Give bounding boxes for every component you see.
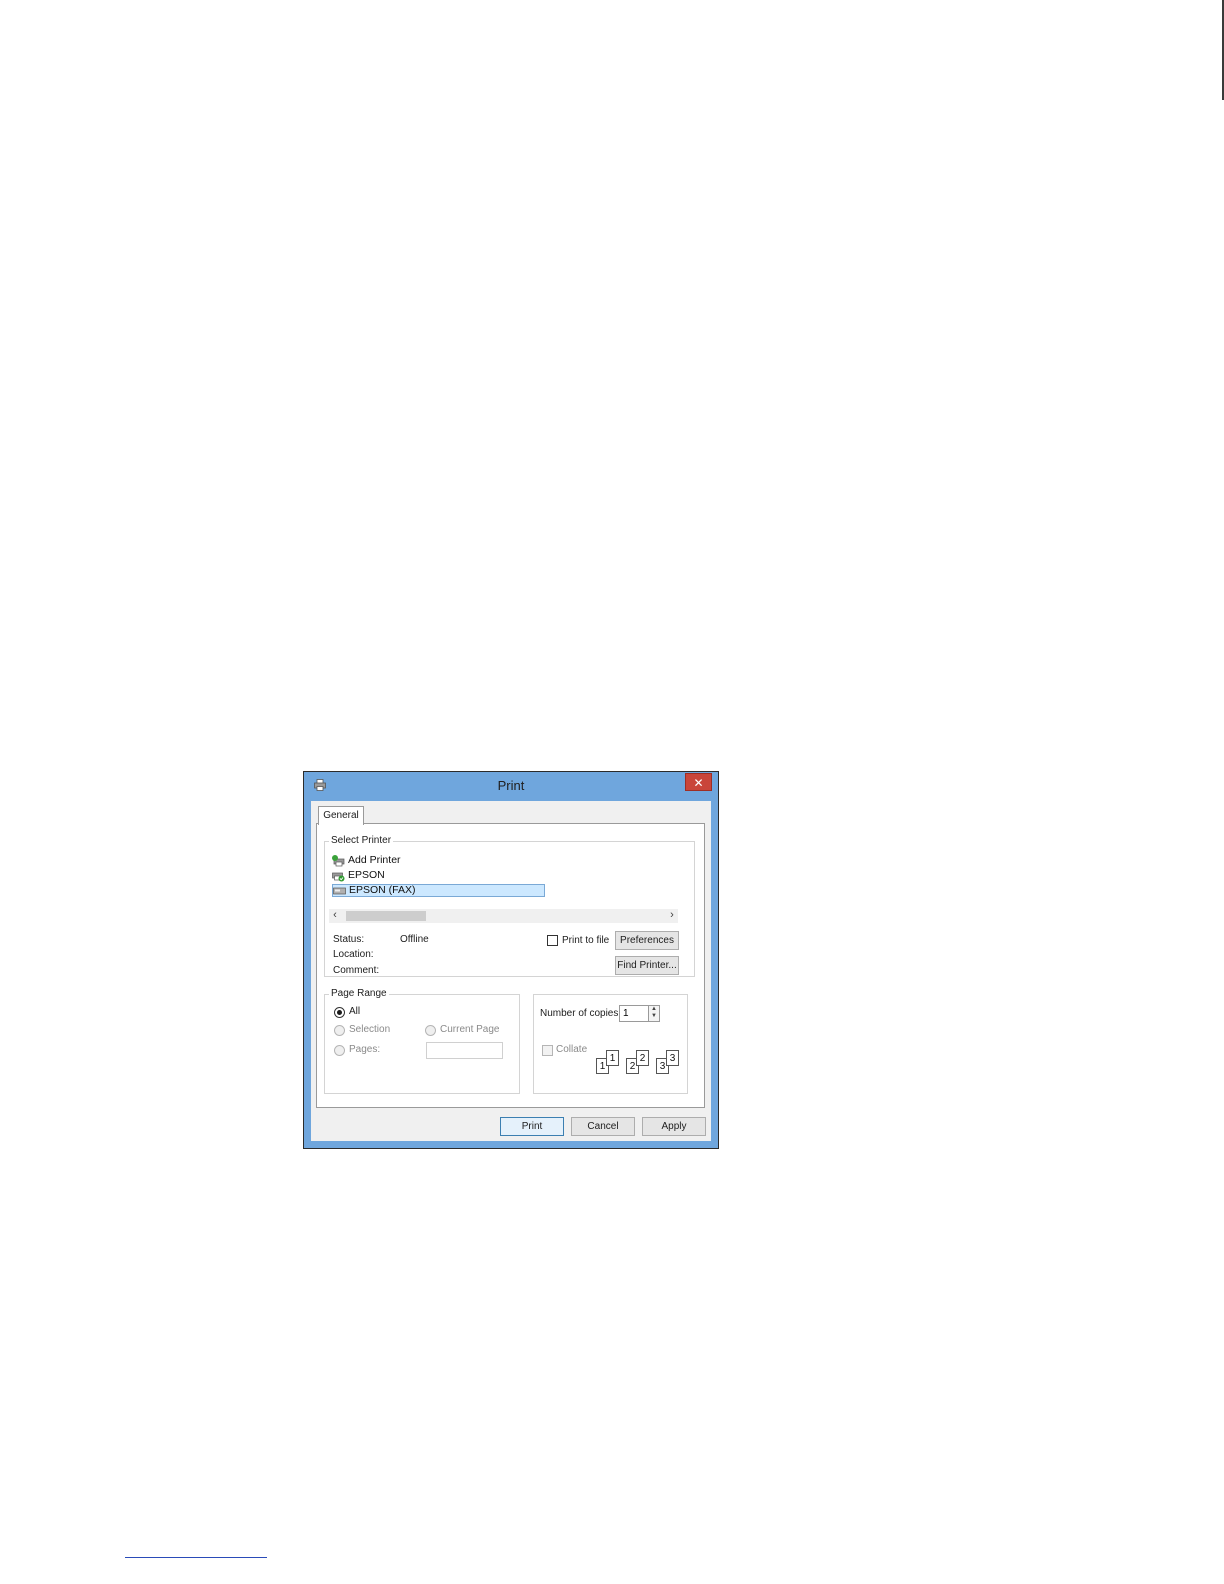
selection-label[interactable]: Selection [349,1024,390,1035]
comment-label: Comment: [333,965,380,976]
print-dialog: Print ✕ General Select Printer Add Print [303,771,719,1149]
copies-stepper[interactable]: ▲ ▼ [648,1005,660,1022]
general-tab-panel: Select Printer Add Printer EPSON EPSON (… [316,823,705,1108]
cancel-button[interactable]: Cancel [571,1117,635,1136]
link-underline[interactable] [125,1557,267,1558]
selection-radio[interactable] [334,1025,345,1036]
close-button[interactable]: ✕ [685,773,712,791]
page-range-legend: Page Range [329,988,389,999]
print-button[interactable]: Print [500,1117,564,1136]
close-icon: ✕ [693,776,704,790]
current-page-radio[interactable] [425,1025,436,1036]
printer-name: EPSON [348,869,385,881]
status-label: Status: [333,934,365,945]
printer-list-scrollbar[interactable]: ‹ › [329,909,678,923]
pages-input[interactable] [426,1042,503,1059]
fax-icon [333,887,346,895]
page-range-group: Page Range All Selection Current Page Pa… [324,988,520,1094]
collate-page-icon: 1 [606,1050,619,1066]
collate-page-icon: 3 [666,1050,679,1066]
collate-page-icon: 2 [636,1050,649,1066]
add-printer-icon [332,855,345,867]
tab-general[interactable]: General [318,806,364,825]
title-bar[interactable]: Print ✕ [304,772,718,800]
copies-input[interactable]: 1 [619,1005,649,1022]
dialog-title: Print [497,778,525,793]
copies-group: Number of copies: 1 ▲ ▼ Collate 1 1 2 2 … [533,994,688,1094]
printer-name: EPSON (FAX) [349,884,416,896]
current-page-label[interactable]: Current Page [440,1024,499,1035]
pages-label[interactable]: Pages: [349,1044,380,1055]
scroll-right-arrow-icon[interactable]: › [666,909,678,923]
collate-label[interactable]: Collate [556,1044,587,1055]
status-value: Offline [400,934,429,945]
print-to-file-label[interactable]: Print to file [562,935,609,946]
scroll-left-arrow-icon[interactable]: ‹ [329,909,341,923]
print-to-file-checkbox[interactable] [547,935,558,946]
select-printer-legend: Select Printer [329,835,394,846]
printer-list[interactable]: Add Printer EPSON EPSON (FAX) [332,852,684,910]
apply-button[interactable]: Apply [642,1117,706,1136]
printer-name: Add Printer [348,854,401,866]
scrollbar-thumb[interactable] [346,911,426,921]
number-of-copies-label: Number of copies: [540,1008,622,1019]
location-label: Location: [333,949,374,960]
all-radio[interactable] [334,1007,345,1018]
pages-radio[interactable] [334,1045,345,1056]
find-printer-button[interactable]: Find Printer... [615,956,679,975]
printer-item-epson-fax[interactable]: EPSON (FAX) [332,884,545,897]
dialog-client-area: General Select Printer Add Printer EPSON… [311,801,711,1141]
spin-down-icon[interactable]: ▼ [649,1013,659,1020]
collate-checkbox[interactable] [542,1045,553,1056]
select-printer-group: Select Printer Add Printer EPSON EPSON (… [324,835,695,977]
all-label[interactable]: All [349,1006,360,1017]
spin-up-icon[interactable]: ▲ [649,1006,659,1013]
preferences-button[interactable]: Preferences [615,931,679,950]
printer-default-icon [332,872,345,882]
